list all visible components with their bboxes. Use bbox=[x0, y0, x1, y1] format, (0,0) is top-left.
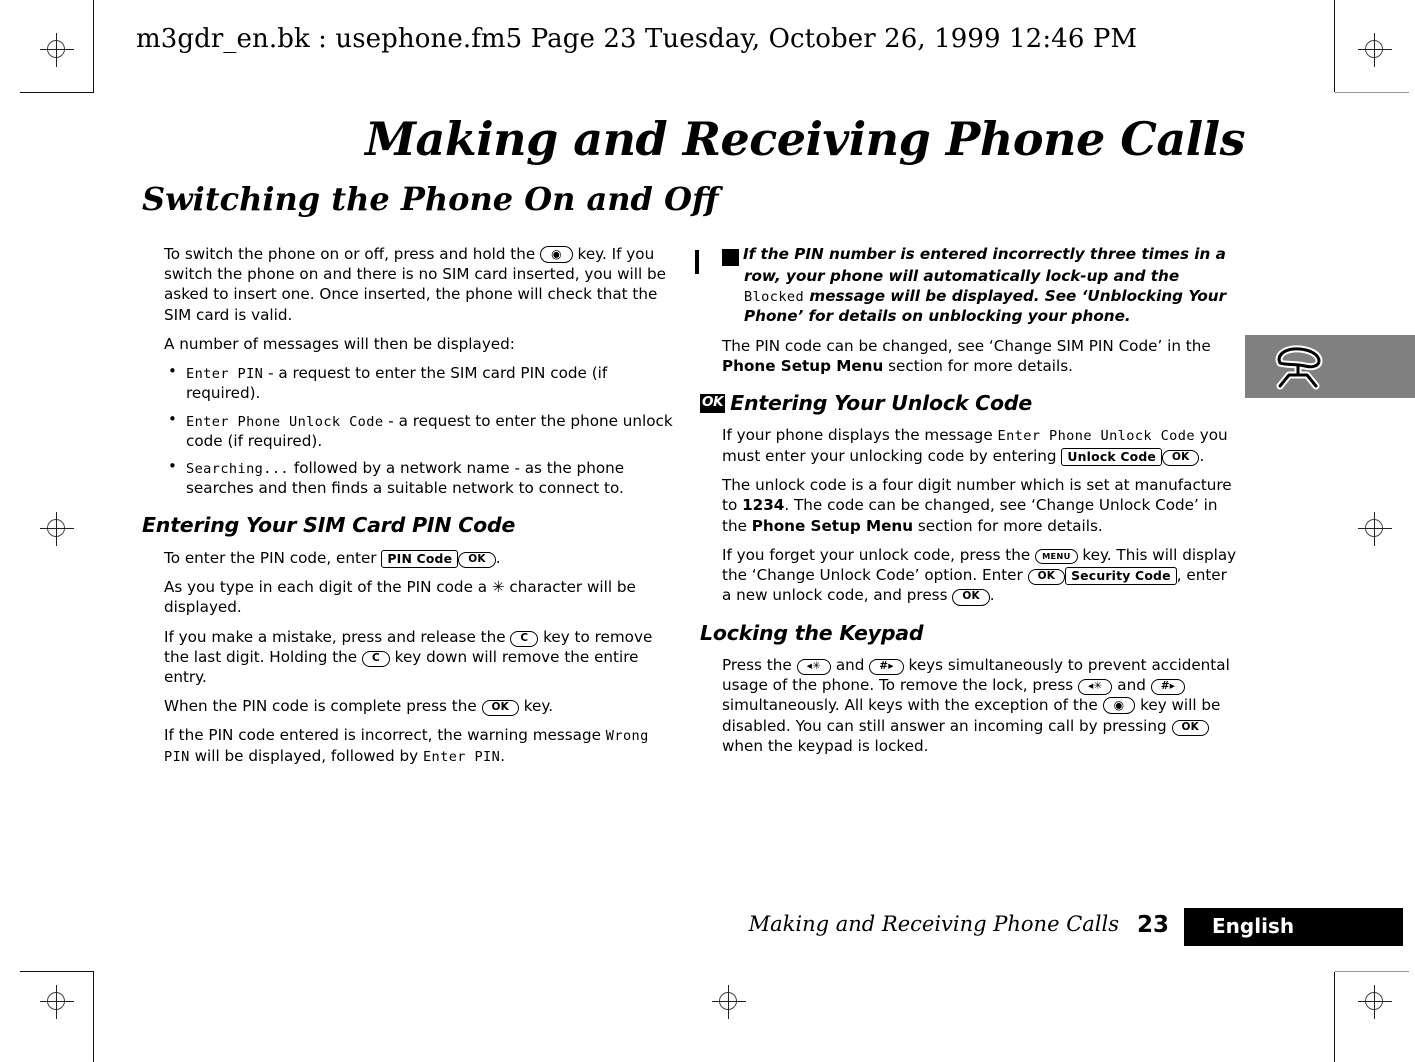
bold-reference: Phone Setup Menu bbox=[722, 356, 884, 375]
clear-key-glyph: C bbox=[510, 630, 539, 647]
text-run: . bbox=[1199, 446, 1205, 465]
power-key-glyph: ◉ bbox=[540, 246, 573, 263]
text-run: To enter the PIN code, enter bbox=[164, 548, 382, 567]
subheading-entering-sim-pin: Entering Your SIM Card PIN Code bbox=[142, 513, 516, 538]
footer-language-label: English bbox=[1212, 914, 1295, 938]
lcd-message: Searching... bbox=[186, 460, 290, 477]
default-code-value: 1234 bbox=[742, 496, 785, 515]
text-run: . bbox=[500, 746, 506, 765]
paragraph-wrong-pin: If the PIN code entered is incorrect, th… bbox=[164, 725, 682, 765]
section-title: Switching the Phone On and Off bbox=[142, 180, 719, 218]
right-column: ! If the PIN number is entered incorrectl… bbox=[700, 244, 1240, 765]
paragraph-clear-key: If you make a mistake, press and release… bbox=[164, 627, 682, 688]
running-head: m3gdr_en.bk : usephone.fm5 Page 23 Tuesd… bbox=[136, 24, 1138, 54]
list-item: Enter Phone Unlock Code - a request to e… bbox=[164, 410, 682, 451]
text-run: . bbox=[495, 548, 501, 567]
registration-mark-top-left bbox=[40, 33, 74, 67]
phone-handset-icon bbox=[1275, 345, 1323, 390]
lcd-message: Enter Phone Unlock Code bbox=[186, 413, 384, 430]
registration-mark-top-right bbox=[1358, 33, 1392, 67]
text-run: and bbox=[1112, 676, 1151, 695]
text-run: section for more details. bbox=[883, 356, 1073, 375]
lcd-message: Enter PIN bbox=[186, 366, 264, 383]
star-key-glyph: ◂✳ bbox=[1077, 679, 1113, 696]
text-run: when the keypad is locked. bbox=[722, 736, 929, 755]
security-code-softkey-glyph: Security Code bbox=[1065, 566, 1177, 586]
warning-callout: ! If the PIN number is entered incorrectl… bbox=[716, 244, 1240, 327]
crop-mark-bottom-left-vertical bbox=[93, 972, 94, 1062]
ok-key-glyph: OK bbox=[458, 551, 496, 568]
bold-reference: Phone Setup Menu bbox=[751, 516, 914, 535]
registration-mark-bottom-left bbox=[40, 985, 74, 1019]
text-run: To switch the phone on or off, press and… bbox=[164, 245, 541, 263]
text-run: Press the bbox=[722, 655, 797, 674]
registration-mark-bottom-center bbox=[712, 985, 746, 1019]
footer-chapter-title: Making and Receiving Phone Calls bbox=[748, 912, 1119, 936]
text-run: message will be displayed. See ‘Unblocki… bbox=[744, 287, 1227, 326]
crop-mark-left-horizontal bbox=[20, 92, 94, 93]
text-run: If the PIN number is entered incorrectly… bbox=[743, 245, 1226, 285]
text-run: will be displayed, followed by bbox=[189, 746, 423, 765]
paragraph-unlock-message: If your phone displays the message Enter… bbox=[722, 425, 1240, 467]
paragraph-messages-intro: A number of messages will then be displa… bbox=[164, 334, 515, 353]
chapter-title: Making and Receiving Phone Calls bbox=[365, 112, 1245, 166]
paragraph-power-key: To switch the phone on or off, press and… bbox=[164, 244, 682, 325]
text-run: . bbox=[989, 586, 995, 605]
startup-messages-list: Enter PIN - a request to enter the SIM c… bbox=[164, 362, 682, 498]
text-run: simultaneously. All keys with the except… bbox=[722, 696, 1103, 715]
paragraph-forgot-unlock-code: If you forget your unlock code, press th… bbox=[722, 545, 1240, 606]
list-item: Enter PIN - a request to enter the SIM c… bbox=[164, 362, 682, 403]
registration-mark-bottom-right bbox=[1358, 985, 1392, 1019]
subheading-locking-keypad: Locking the Keypad bbox=[700, 620, 924, 645]
text-run: If you forget your unlock code, press th… bbox=[722, 545, 1036, 564]
subheading-label: Entering Your Unlock Code bbox=[730, 391, 1033, 416]
subheading-entering-unlock-code: OK Entering Your Unlock Code bbox=[700, 390, 1240, 417]
text-run: If your phone displays the message bbox=[722, 426, 998, 445]
lcd-message: Blocked bbox=[744, 289, 805, 306]
star-key-glyph: ◂✳ bbox=[796, 658, 832, 676]
text-run: key. bbox=[518, 697, 554, 716]
menu-key-glyph: MENU bbox=[1035, 548, 1078, 564]
clear-key-glyph: C bbox=[361, 650, 390, 667]
pin-code-softkey-glyph: PIN Code bbox=[381, 549, 459, 569]
crop-mark-bottom-left-horizontal bbox=[20, 971, 94, 972]
text-run: section for more details. bbox=[913, 516, 1103, 535]
crop-mark-right-vertical bbox=[1334, 0, 1335, 92]
paragraph-keypad-lock: Press the ◂✳ and #▸ keys simultaneously … bbox=[722, 655, 1240, 756]
registration-mark-left-middle bbox=[40, 512, 74, 546]
left-column: To switch the phone on or off, press and… bbox=[142, 244, 682, 775]
hash-key-glyph: #▸ bbox=[869, 658, 904, 676]
paragraph-default-unlock-code: The unlock code is a four digit number w… bbox=[722, 475, 1240, 536]
ok-icon: OK bbox=[700, 394, 726, 413]
text-run: If the PIN code entered is incorrect, th… bbox=[164, 726, 606, 745]
ok-key-glyph: OK bbox=[952, 589, 990, 606]
lcd-message: Enter PIN bbox=[422, 748, 501, 765]
change-bar bbox=[695, 250, 699, 274]
text-run: When the PIN code is complete press the bbox=[164, 697, 482, 716]
paragraph-press-ok: When the PIN code is complete press the … bbox=[164, 696, 682, 717]
text-run: If you make a mistake, press and release… bbox=[164, 627, 511, 646]
crop-mark-bottom-right-vertical bbox=[1334, 972, 1335, 1062]
lcd-message: Enter Phone Unlock Code bbox=[997, 428, 1195, 445]
ok-key-glyph: OK bbox=[1162, 449, 1200, 466]
crop-mark-left-vertical bbox=[93, 0, 94, 92]
power-key-glyph: ◉ bbox=[1102, 697, 1136, 715]
warning-icon: ! bbox=[716, 249, 739, 266]
footer-page-number: 23 bbox=[1136, 912, 1169, 938]
paragraph-enter-pin: To enter the PIN code, enter PIN Code OK. bbox=[164, 548, 682, 569]
paragraph-asterisk-display: As you type in each digit of the PIN cod… bbox=[164, 578, 636, 617]
ok-key-glyph: OK bbox=[481, 700, 519, 717]
crop-mark-bottom-right-horizontal bbox=[1335, 971, 1409, 972]
paragraph-change-pin-reference: The PIN code can be changed, see ‘Change… bbox=[722, 336, 1240, 376]
text-run: The PIN code can be changed, see ‘Change… bbox=[722, 336, 1211, 355]
crop-mark-right-horizontal bbox=[1335, 92, 1409, 93]
unlock-code-softkey-glyph: Unlock Code bbox=[1061, 447, 1163, 467]
list-item: Searching... followed by a network name … bbox=[164, 457, 682, 498]
ok-key-glyph: OK bbox=[1027, 568, 1066, 586]
registration-mark-right-middle bbox=[1358, 512, 1392, 546]
chapter-tab-marker bbox=[1245, 335, 1415, 398]
hash-key-glyph: #▸ bbox=[1150, 679, 1186, 696]
ok-key-glyph: OK bbox=[1171, 719, 1209, 736]
text-run: and bbox=[831, 655, 870, 674]
